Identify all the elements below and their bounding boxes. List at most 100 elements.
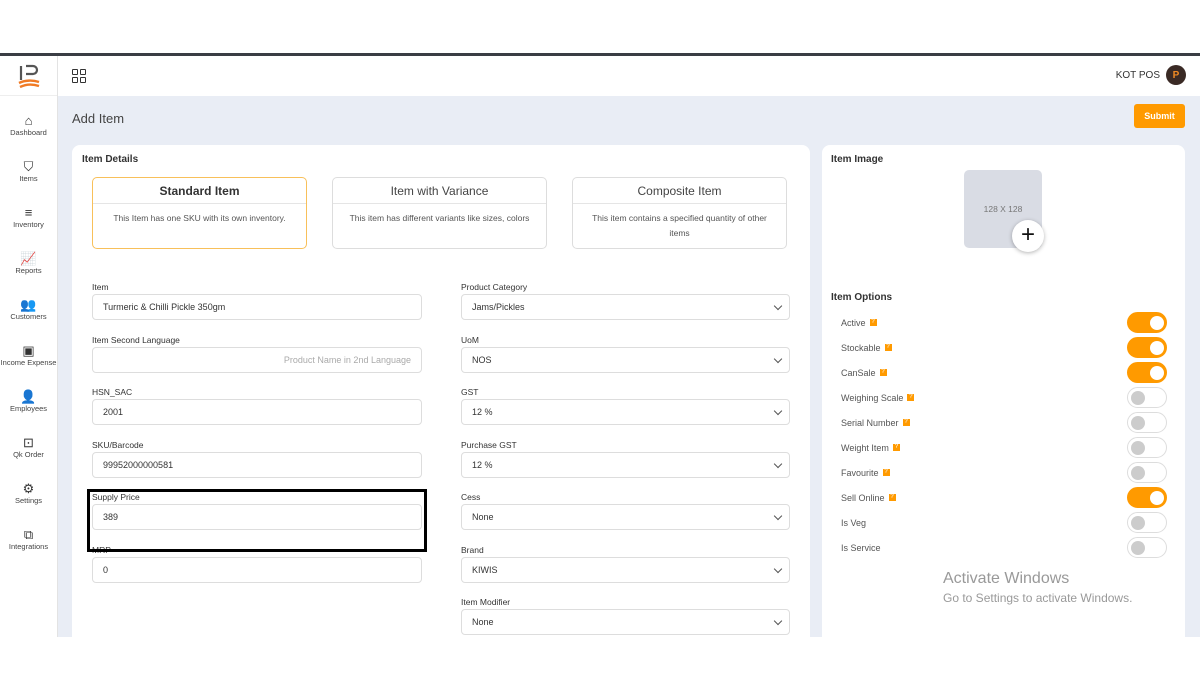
field-brand: BrandKIWIS (461, 545, 790, 583)
option-is-veg: Is Veg (841, 510, 1167, 535)
selected-value: KIWIS (472, 565, 498, 575)
item-image-title: Item Image (831, 154, 883, 165)
help-icon[interactable]: ? (889, 494, 896, 501)
item-options-title: Item Options (831, 292, 892, 303)
item-details-title: Item Details (82, 154, 138, 165)
cess-select[interactable]: None (461, 504, 790, 530)
sidebar-item-label: Inventory (13, 220, 44, 229)
option-sell-online: Sell Online? (841, 485, 1167, 510)
help-icon[interactable]: ? (880, 369, 887, 376)
help-icon[interactable]: ? (883, 469, 890, 476)
uom-select[interactable]: NOS (461, 347, 790, 373)
field-uom: UoMNOS (461, 335, 790, 373)
chevron-down-icon (774, 355, 782, 363)
help-icon[interactable]: ? (885, 344, 892, 351)
add-image-plus-icon[interactable]: + (1012, 220, 1044, 252)
selected-value: 12 % (472, 407, 493, 417)
field-label: Product Category (461, 282, 790, 294)
chevron-down-icon (774, 302, 782, 310)
image-size-label: 128 X 128 (984, 204, 1023, 214)
toggle-switch[interactable] (1127, 387, 1167, 408)
toggle-switch[interactable] (1127, 412, 1167, 433)
chevron-down-icon (774, 512, 782, 520)
item-type-option[interactable]: Item with VarianceThis item has differen… (332, 177, 547, 249)
list-icon: ≡ (25, 206, 33, 220)
chevron-down-icon (774, 407, 782, 415)
option-label: Weighing Scale (841, 393, 903, 403)
toggle-switch[interactable] (1127, 537, 1167, 558)
toggle-switch[interactable] (1127, 337, 1167, 358)
brand-select[interactable]: KIWIS (461, 557, 790, 583)
top-bar: KOT POS P (58, 56, 1200, 96)
toggle-switch[interactable] (1127, 512, 1167, 533)
sidebar-item-employees[interactable]: 👤Employees (0, 378, 58, 424)
sidebar-item-reports[interactable]: 📈Reports (0, 240, 58, 286)
sidebar-item-label: Customers (10, 312, 46, 321)
sidebar-item-label: Dashboard (10, 128, 47, 137)
sidebar-item-inventory[interactable]: ≡Inventory (0, 194, 58, 240)
sidebar-item-customers[interactable]: 👥Customers (0, 286, 58, 332)
windows-watermark: Activate Windows Go to Settings to activ… (943, 570, 1132, 605)
item-type-title: Composite Item (573, 178, 786, 204)
item-type-desc: This Item has one SKU with its own inven… (93, 204, 306, 233)
option-label: Active (841, 318, 866, 328)
help-icon[interactable]: ? (893, 444, 900, 451)
option-label: CanSale (841, 368, 876, 378)
field-item-modifier: Item ModifierNone (461, 597, 790, 635)
chevron-down-icon (774, 617, 782, 625)
sidebar-item-qk-order[interactable]: ⊡Qk Order (0, 424, 58, 470)
home-icon: ⌂ (25, 114, 33, 128)
brand-logo[interactable] (0, 56, 57, 96)
item-type-option[interactable]: Composite ItemThis item contains a speci… (572, 177, 787, 249)
sku-barcode-input[interactable]: 99952000000581 (92, 452, 422, 478)
toggle-switch[interactable] (1127, 362, 1167, 383)
help-icon[interactable]: ? (870, 319, 877, 326)
item-modifier-select[interactable]: None (461, 609, 790, 635)
selected-value: None (472, 617, 494, 627)
item-input[interactable]: Turmeric & Chilli Pickle 350gm (92, 294, 422, 320)
apps-grid-icon[interactable] (72, 69, 86, 83)
option-weight-item: Weight Item? (841, 435, 1167, 460)
submit-button[interactable]: Submit (1134, 104, 1185, 128)
user-menu[interactable]: KOT POS P (1116, 65, 1186, 85)
field-item-second-language: Item Second LanguageProduct Name in 2nd … (92, 335, 422, 373)
sidebar-item-label: Reports (15, 266, 41, 275)
toggle-switch[interactable] (1127, 487, 1167, 508)
mrp-input[interactable]: 0 (92, 557, 422, 583)
sidebar-item-dashboard[interactable]: ⌂Dashboard (0, 102, 58, 148)
item-second-language-input[interactable]: Product Name in 2nd Language (92, 347, 422, 373)
option-label: Is Veg (841, 518, 866, 528)
toggle-switch[interactable] (1127, 462, 1167, 483)
option-stockable: Stockable? (841, 335, 1167, 360)
toggle-switch[interactable] (1127, 437, 1167, 458)
sidebar-item-integrations[interactable]: ⧉Integrations (0, 516, 58, 562)
bag-icon: ⊡ (23, 436, 34, 450)
hsn-sac-input[interactable]: 2001 (92, 399, 422, 425)
item-type-option[interactable]: Standard ItemThis Item has one SKU with … (92, 177, 307, 249)
option-is-service: Is Service (841, 535, 1167, 560)
help-icon[interactable]: ? (903, 419, 910, 426)
sidebar-item-items[interactable]: ⛉Items (0, 148, 58, 194)
purchase-gst-select[interactable]: 12 % (461, 452, 790, 478)
integrations-icon: ⧉ (24, 528, 33, 542)
option-weighing-scale: Weighing Scale? (841, 385, 1167, 410)
gst-select[interactable]: 12 % (461, 399, 790, 425)
field-label: GST (461, 387, 790, 399)
item-image-card: Item Image 128 X 128 + Item Options Acti… (822, 145, 1185, 637)
toggle-switch[interactable] (1127, 312, 1167, 333)
app-window: ⌂Dashboard⛉Items≡Inventory📈Reports👥Custo… (0, 53, 1200, 637)
product-category-select[interactable]: Jams/Pickles (461, 294, 790, 320)
watermark-title: Activate Windows (943, 570, 1132, 588)
employees-icon: 👤 (20, 390, 36, 404)
field-label: Cess (461, 492, 790, 504)
item-type-desc: This item contains a specified quantity … (573, 204, 786, 248)
field-gst: GST 12 % (461, 387, 790, 425)
sidebar-item-label: Items (19, 174, 37, 183)
page-title: Add Item (72, 111, 124, 126)
sidebar-item-income-expense[interactable]: ▣Income Expense (0, 332, 58, 378)
field-hsn-sac: HSN_SAC2001 (92, 387, 422, 425)
item-details-card: Item Details Standard ItemThis Item has … (72, 145, 810, 637)
help-icon[interactable]: ? (907, 394, 914, 401)
sidebar-item-settings[interactable]: ⚙Settings (0, 470, 58, 516)
field-label: Item Second Language (92, 335, 422, 347)
